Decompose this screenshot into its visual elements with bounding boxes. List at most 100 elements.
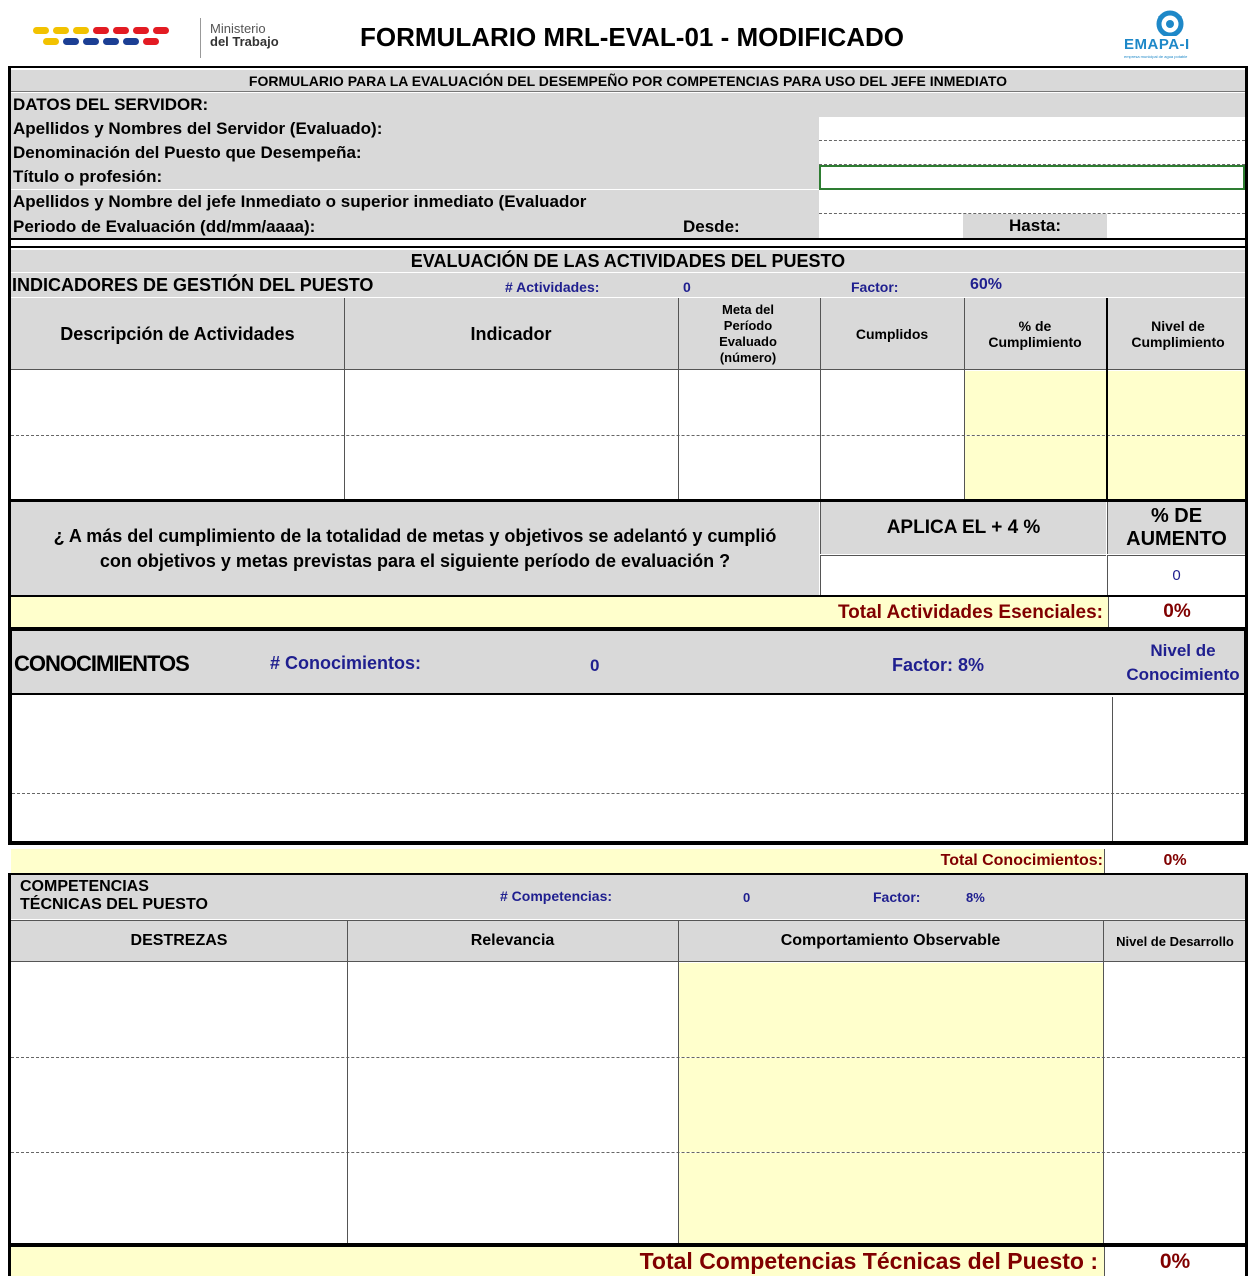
- titulo-label: Título o profesión:: [11, 165, 819, 189]
- destreza-cell[interactable]: [11, 1153, 347, 1243]
- meta-cell[interactable]: [678, 371, 820, 435]
- periodo-row: Periodo de Evaluación (dd/mm/aaaa): Desd…: [11, 214, 819, 238]
- actividades-title: EVALUACIÓN DE LAS ACTIVIDADES DEL PUESTO: [11, 250, 1245, 272]
- col-nivel-desarrollo: Nivel de Desarrollo: [1116, 933, 1234, 949]
- col-pct: % de Cumplimiento: [988, 318, 1082, 350]
- ministerio-divider: [200, 18, 201, 58]
- rule-datos-bottom: [8, 238, 1248, 240]
- descripcion-cell[interactable]: [11, 371, 344, 435]
- total-actividades-label: Total Actividades Esenciales:: [837, 602, 1103, 623]
- grid-line: [347, 920, 348, 1243]
- ministerio-logo: [33, 23, 193, 55]
- total-competencias-row: Total Competencias Técnicas del Puesto :: [11, 1247, 1245, 1276]
- conocimientos-title: CONOCIMIENTOS: [14, 651, 190, 676]
- cumplidos-cell[interactable]: [820, 436, 964, 499]
- datos-servidor-heading: DATOS DEL SERVIDOR:: [11, 93, 1245, 117]
- nombres-input[interactable]: [819, 117, 1245, 141]
- competencias-title-line1: COMPETENCIAS: [20, 878, 149, 895]
- relevancia-cell[interactable]: [347, 963, 678, 1057]
- col-relevancia: Relevancia: [470, 932, 555, 949]
- form-subtitle: FORMULARIO PARA LA EVALUACIÓN DEL DESEMP…: [11, 70, 1245, 92]
- comportamiento-cell[interactable]: [678, 1153, 1103, 1243]
- actividad-row: [11, 371, 1245, 435]
- competencias-title-line2: TÉCNICAS DEL PUESTO: [20, 896, 208, 913]
- competencias-factor-label: Factor:: [873, 889, 921, 905]
- competencia-row: [11, 1153, 1245, 1243]
- periodo-label: Periodo de Evaluación (dd/mm/aaaa):: [13, 217, 316, 236]
- comportamiento-cell[interactable]: [678, 1058, 1103, 1152]
- competencias-title: COMPETENCIAS TÉCNICAS DEL PUESTO: [20, 878, 208, 914]
- grid-line: [678, 298, 679, 499]
- hasta-input[interactable]: [1107, 214, 1245, 238]
- nivel-desarrollo-cell[interactable]: [1103, 1058, 1245, 1152]
- col-destrezas: DESTREZAS: [130, 932, 228, 949]
- titulo-input[interactable]: [819, 165, 1245, 190]
- ministerio-name: Ministerio del Trabajo: [210, 22, 279, 48]
- conocimiento-row[interactable]: [12, 697, 1112, 793]
- col-comportamiento: Comportamiento Observable: [780, 932, 1001, 949]
- puesto-label: Denominación del Puesto que Desempeña:: [11, 141, 819, 165]
- actividades-count-value: 0: [683, 279, 691, 295]
- emapa-tagline: empresa municipal de agua potable: [1124, 54, 1188, 59]
- col-descripcion: Descripción de Actividades: [60, 323, 295, 344]
- conocimiento-nivel-cell[interactable]: [1113, 697, 1244, 793]
- total-competencias-value: 0%: [1104, 1247, 1245, 1276]
- form-title: FORMULARIO MRL-EVAL-01 - MODIFICADO: [360, 22, 905, 52]
- jefe-input[interactable]: [819, 190, 1245, 214]
- actividades-count-label: # Actividades:: [505, 279, 600, 295]
- indicador-cell[interactable]: [344, 371, 678, 435]
- pct-cell: [964, 436, 1106, 499]
- grid-line: [820, 298, 821, 499]
- indicadores-title: INDICADORES DE GESTIÓN DEL PUESTO: [12, 275, 374, 295]
- aumento-value: 0: [1107, 555, 1245, 595]
- indicadores-row: INDICADORES DE GESTIÓN DEL PUESTO # Acti…: [11, 273, 1245, 297]
- competencias-count-value: 0: [743, 890, 751, 905]
- emapa-logo: EMAPA-I empresa municipal de agua potabl…: [1120, 10, 1220, 66]
- nivel-desarrollo-cell[interactable]: [1103, 1153, 1245, 1243]
- desde-label: Desde:: [683, 217, 740, 236]
- grid-line: [1112, 697, 1113, 841]
- actividades-factor-label: Factor:: [851, 279, 899, 295]
- puesto-input[interactable]: [819, 141, 1245, 165]
- competencias-header: COMPETENCIAS TÉCNICAS DEL PUESTO # Compe…: [11, 875, 1245, 919]
- descripcion-cell[interactable]: [11, 436, 344, 499]
- conocimientos-header: CONOCIMIENTOS # Conocimientos: 0 Factor:…: [12, 631, 1244, 695]
- relevancia-cell[interactable]: [347, 1153, 678, 1243]
- total-conocimientos-value: 0%: [1104, 849, 1245, 873]
- flag-dots-icon: [33, 27, 169, 45]
- destreza-cell[interactable]: [11, 963, 347, 1057]
- jefe-label: Apellidos y Nombre del jefe Inmediato o …: [11, 190, 819, 214]
- nivel-cell: [1106, 436, 1245, 499]
- total-competencias-label: Total Competencias Técnicas del Puesto :: [639, 1248, 1098, 1274]
- relevancia-cell[interactable]: [347, 1058, 678, 1152]
- water-swirl-icon: [1156, 10, 1184, 36]
- grid-line: [344, 298, 345, 499]
- conocimiento-nivel-cell[interactable]: [1113, 794, 1244, 841]
- indicador-cell[interactable]: [344, 436, 678, 499]
- col-meta: Meta del Período Evaluado (número): [719, 302, 777, 365]
- conocimientos-count-label: # Conocimientos:: [270, 653, 422, 673]
- nivel-desarrollo-cell[interactable]: [1103, 963, 1245, 1057]
- conocimiento-row[interactable]: [12, 794, 1112, 841]
- meta-cell[interactable]: [678, 436, 820, 499]
- aumento-label: % DE AUMENTO: [1107, 502, 1245, 554]
- aplica-label: APLICA EL + 4 %: [820, 502, 1106, 554]
- destreza-cell[interactable]: [11, 1058, 347, 1152]
- competencias-factor-value: 8%: [966, 890, 985, 905]
- col-nivel: Nivel de Cumplimiento: [1131, 318, 1225, 350]
- adelanto-question: ¿ A más del cumplimiento de la totalidad…: [11, 502, 819, 595]
- pct-cell: [964, 371, 1106, 435]
- ministry-line2: del Trabajo: [210, 34, 279, 49]
- cumplidos-cell[interactable]: [820, 371, 964, 435]
- actividad-row: [11, 436, 1245, 499]
- total-conocimientos-row: Total Conocimientos:: [11, 849, 1245, 873]
- actividades-factor-value: 60%: [970, 276, 1003, 293]
- grid-line: [1103, 920, 1104, 1243]
- total-conocimientos-label: Total Conocimientos:: [940, 852, 1103, 869]
- aplica-input[interactable]: [820, 555, 1106, 595]
- nivel-cell: [1106, 371, 1245, 435]
- desde-input[interactable]: [819, 214, 963, 238]
- hasta-label: Hasta:: [963, 214, 1107, 238]
- comportamiento-cell[interactable]: [678, 963, 1103, 1057]
- conocimientos-factor: Factor: 8%: [892, 655, 985, 675]
